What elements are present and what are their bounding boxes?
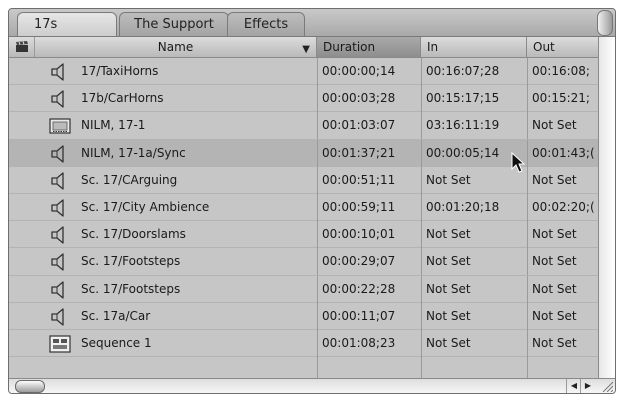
clip-name: Sc. 17/Doorslams	[81, 227, 186, 242]
clip-duration: 00:00:00;14	[317, 58, 421, 85]
vertical-scrollbar[interactable]	[598, 37, 615, 379]
clip-out-point: Not Set	[527, 112, 599, 140]
header-name-label: Name	[157, 40, 194, 54]
horizontal-scrollbar[interactable]: ◀ ▶	[9, 378, 615, 393]
audio-clip-icon	[49, 194, 73, 221]
clip-duration: 00:00:11;07	[317, 302, 421, 330]
clip-name: Sequence 1	[81, 335, 152, 350]
browser-window: 17s The Support Effects Name ▼ Duration …	[8, 8, 616, 394]
clip-duration: 00:00:51;11	[317, 166, 421, 194]
table-row[interactable]: Sequence 1 00:01:08;23 Not Set Not Set	[9, 329, 599, 358]
resize-grip-icon[interactable]	[599, 380, 613, 392]
clip-name: Sc. 17/Footsteps	[81, 254, 181, 269]
tab-strip: 17s The Support Effects	[9, 9, 615, 37]
clip-name: NILM, 17-1	[81, 118, 146, 133]
table-body: 17/TaxiHorns 00:00:00;14 00:16:07;28 00:16:…	[9, 58, 599, 358]
clip-in-point: 03:16:11:19	[421, 112, 527, 140]
empty-duration-cell	[317, 357, 421, 379]
clip-name: NILM, 17-1a/Sync	[81, 145, 186, 160]
audio-clip-icon	[49, 276, 73, 303]
clip-duration: 00:00:59;11	[317, 193, 421, 221]
sequence-icon	[49, 330, 73, 357]
table-row[interactable]: Sc. 17/Doorslams 00:00:10;01 Not Set Not Se…	[9, 221, 599, 249]
clip-in-point: 00:15:17;15	[421, 85, 527, 113]
clip-name: Sc. 17/Footsteps	[81, 281, 181, 296]
tab-the-support[interactable]: The Support	[119, 12, 229, 36]
clip-name: Sc. 17/CArguing	[81, 172, 178, 187]
clip-duration: 00:01:08;23	[317, 329, 421, 357]
header-in-column[interactable]: In	[421, 37, 527, 57]
clip-out-point: 00:01:43;(	[527, 139, 599, 167]
clapboard-icon	[16, 41, 28, 52]
clip-in-point: Not Set	[421, 329, 527, 357]
horizontal-scroll-thumb[interactable]	[15, 380, 45, 393]
table-row[interactable]: Sc. 17/City Ambience 00:00:59;11 00:01:20;…	[9, 193, 599, 222]
empty-out-cell	[527, 357, 599, 379]
audio-clip-icon	[49, 85, 73, 112]
clip-in-point: Not Set	[421, 302, 527, 330]
audio-clip-icon	[49, 58, 73, 85]
clip-name: Sc. 17a/Car	[81, 308, 151, 323]
clip-duration: 00:00:22;28	[317, 275, 421, 303]
clip-out-point: Not Set	[527, 221, 599, 249]
audio-clip-icon	[49, 248, 73, 275]
clip-out-point: Not Set	[527, 302, 599, 330]
clip-duration: 00:01:37;21	[317, 139, 421, 167]
clip-in-point: Not Set	[421, 248, 527, 276]
table-row[interactable]: 17/TaxiHorns 00:00:00;14 00:16:07;28 00:16:…	[9, 58, 599, 86]
clip-name: Sc. 17/City Ambience	[81, 199, 210, 214]
scroll-left-icon[interactable]: ◀	[566, 379, 581, 393]
clip-out-point: 00:15:21;	[527, 85, 599, 113]
audio-clip-icon	[49, 140, 73, 167]
scroll-right-icon[interactable]: ▶	[580, 379, 595, 393]
clip-in-point: 00:01:20;18	[421, 193, 527, 221]
header-name-column[interactable]: Name ▼	[35, 37, 317, 57]
header-out-column[interactable]: Out	[527, 37, 599, 57]
tab-17s[interactable]: 17s	[17, 12, 117, 36]
audio-clip-icon	[49, 303, 73, 330]
clip-out-point: Not Set	[527, 329, 599, 357]
tab-effects[interactable]: Effects	[227, 12, 305, 36]
clip-duration: 00:00:03;28	[317, 85, 421, 113]
header-type-column[interactable]	[9, 37, 35, 57]
video-clip-icon	[49, 112, 73, 139]
table-header: Name ▼ Duration In Out	[9, 37, 599, 58]
header-duration-column[interactable]: Duration	[317, 37, 421, 57]
clip-duration: 00:00:29;07	[317, 248, 421, 276]
clip-in-point: Not Set	[421, 221, 527, 249]
audio-clip-icon	[49, 221, 73, 248]
clip-duration: 00:00:10;01	[317, 221, 421, 249]
clip-duration: 00:01:03:07	[317, 112, 421, 140]
clip-in-point: Not Set	[421, 275, 527, 303]
clip-out-point: 00:02:20;(	[527, 193, 599, 221]
table-empty-area	[9, 357, 599, 379]
clip-out-point: 00:16:08;	[527, 58, 599, 85]
table-row[interactable]: 17b/CarHorns 00:00:03;28 00:15:17;15 00:15:…	[9, 85, 599, 113]
table-row[interactable]: NILM, 17-1 00:01:03:07 03:16:11:19 Not Set	[9, 112, 599, 140]
empty-in-cell	[421, 357, 527, 379]
clip-out-point: Not Set	[527, 166, 599, 194]
audio-clip-icon	[49, 167, 73, 194]
clip-name: 17/TaxiHorns	[81, 64, 159, 78]
sort-descending-icon[interactable]: ▼	[302, 40, 310, 60]
clip-in-point: 00:16:07;28	[421, 58, 527, 85]
clip-out-point: Not Set	[527, 275, 599, 303]
clip-out-point: Not Set	[527, 248, 599, 276]
window-resize-knob[interactable]	[597, 10, 613, 36]
mouse-pointer-icon	[511, 152, 526, 173]
table-row[interactable]: Sc. 17/Footsteps 00:00:22;28 Not Set Not Se…	[9, 275, 599, 303]
table-row[interactable]: Sc. 17/Footsteps 00:00:29;07 Not Set Not Se…	[9, 248, 599, 276]
clip-table: Name ▼ Duration In Out 17/TaxiHorns 00:00…	[9, 37, 599, 379]
table-row[interactable]: Sc. 17a/Car 00:00:11;07 Not Set Not Set	[9, 302, 599, 330]
clip-name: 17b/CarHorns	[81, 91, 164, 106]
